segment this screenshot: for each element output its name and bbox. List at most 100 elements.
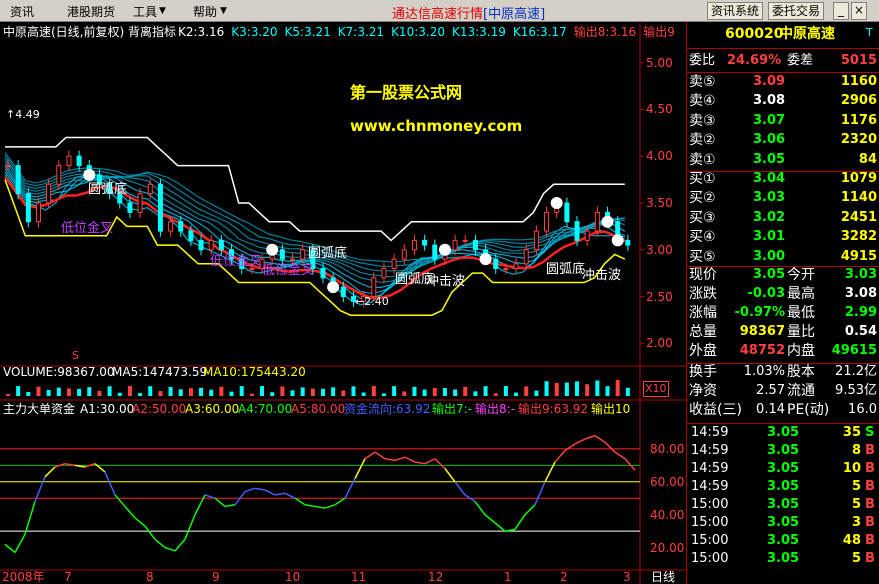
weibi-label: 委比 <box>689 53 716 68</box>
tick-side: B <box>865 551 875 566</box>
volume-bar <box>229 391 234 396</box>
sell-volume: 2320 <box>840 132 877 148</box>
k-value-item: K2:3.16 <box>178 25 225 39</box>
tick-time: 15:00 <box>691 533 729 548</box>
stat-label: 内盘 <box>787 343 815 359</box>
indicator-tick-label: 20.00 <box>650 540 685 555</box>
candle <box>300 249 306 260</box>
quote-panel: 600020 中原高速 T 委比 24.69% 委差 5015 卖⑤ 3.09 11… <box>686 22 879 584</box>
tick-price: 3.05 <box>767 461 800 476</box>
close-icon[interactable]: × <box>851 2 867 20</box>
volume-ma5: MA5:147473.59 <box>112 365 208 379</box>
candle <box>422 239 428 246</box>
buy-volume: 1079 <box>840 171 877 186</box>
sell-volume: 1160 <box>840 74 877 89</box>
minimize-icon[interactable]: _ <box>833 2 849 20</box>
volume-bar <box>605 386 610 396</box>
date-month: 2 <box>560 570 568 584</box>
menu-item-tools[interactable]: 工具 <box>133 3 157 20</box>
stat-value: 21.2亿 <box>835 364 877 379</box>
volume-bar <box>260 386 265 396</box>
tick-volume: 5 <box>851 479 861 494</box>
volume-bar <box>422 389 427 396</box>
tick-side: B <box>865 497 875 512</box>
tick-time: 15:00 <box>691 515 729 530</box>
weicha-value: 5015 <box>840 53 877 68</box>
tick-volume: 5 <box>851 497 861 512</box>
volume-bar <box>6 394 10 396</box>
ind-a1: A1:30.00 <box>80 402 135 416</box>
jincha-label: 低位金叉 <box>210 254 263 269</box>
volume-bar <box>524 386 529 396</box>
k-value-item: K3:3.20 <box>231 25 278 39</box>
buy-price: 3.04 <box>753 171 786 186</box>
volume-bar <box>107 386 112 396</box>
volume-ma10: MA10:175443.20 <box>203 365 306 379</box>
volume-bar <box>321 388 325 396</box>
stat-value: 2.57 <box>756 383 785 398</box>
stat-label: 收益(三) <box>689 402 742 418</box>
indicator-tick-label: 40.00 <box>650 507 685 522</box>
menu-item-help[interactable]: 帮助 <box>193 3 217 20</box>
signal-dot <box>601 215 614 228</box>
stat-label: 股本 <box>787 364 815 380</box>
menu-item-zixun[interactable]: 资讯 <box>10 3 34 20</box>
volume-bar <box>381 393 386 396</box>
trade-button[interactable]: 委托交易 <box>768 2 825 20</box>
tick-volume: 35 <box>842 425 861 440</box>
stat-label: 净资 <box>689 383 717 399</box>
indicator-tick-label: 60.00 <box>650 474 685 489</box>
ind-a2: A2:50.00 <box>132 402 187 416</box>
stat-value: 3.08 <box>844 286 877 301</box>
stat-label: 涨幅 <box>689 305 717 321</box>
k-values: K2:3.16 K3:3.20 K5:3.21 K7:3.21 K10:3.20 K13:… <box>178 25 682 39</box>
ind-out7: 输出7:- <box>432 402 473 416</box>
date-month: 1 <box>504 570 512 584</box>
stat-label: 量比 <box>787 324 815 340</box>
sell-volume: 2906 <box>840 93 877 109</box>
watermark-title: 第一股票公式网 <box>350 83 463 102</box>
weicha-label: 委差 <box>787 53 814 68</box>
volume-bar <box>625 387 630 396</box>
sell-label: 卖② <box>689 132 716 149</box>
price-tick-label: 3.50 <box>646 196 673 210</box>
weibi-value: 24.69% <box>727 53 782 68</box>
volume-bar <box>442 388 447 396</box>
buy-price: 3.00 <box>753 248 786 264</box>
candle <box>544 211 550 232</box>
info-system-button[interactable]: 资讯系统 <box>707 2 764 20</box>
tick-side: S <box>865 425 875 440</box>
app-title: 通达信高速行情[中原高速] <box>392 7 546 22</box>
signal-dot <box>83 168 96 181</box>
volume-bar <box>148 386 153 396</box>
indicator-title: 主力大单资金 <box>3 402 76 416</box>
volume-bar <box>564 382 569 396</box>
k-value-item: K5:3.21 <box>284 25 331 39</box>
candle <box>523 249 529 265</box>
chongjibo-label: 冲击波 <box>582 268 622 283</box>
yuanhudi-label: 圆弧底 <box>88 182 128 197</box>
signal-dot <box>327 281 340 294</box>
chart-title: 中原高速(日线,前复权) 背离指标 <box>3 25 176 39</box>
signal-dot <box>611 234 624 247</box>
k-value-item: K7:3.21 <box>337 25 385 39</box>
volume-bar <box>554 382 559 396</box>
volume-bar <box>432 387 437 396</box>
ind-a4: A4:70.00 <box>238 402 293 416</box>
stat-value: 3.05 <box>752 267 785 282</box>
price-tick-label: 4.00 <box>646 149 673 164</box>
kline-chart[interactable] <box>0 22 686 584</box>
volume-bar <box>371 386 376 396</box>
stat-value: 49615 <box>831 343 877 358</box>
tick-price: 3.05 <box>767 533 800 548</box>
candle <box>472 239 478 251</box>
tick-price: 3.05 <box>767 551 800 566</box>
stat-label: 流通 <box>787 383 815 399</box>
menu-item-ganggu[interactable]: 港股期货 <box>67 3 115 20</box>
sell-price: 3.09 <box>753 74 786 89</box>
volume-bar <box>585 384 590 396</box>
tick-volume: 5 <box>851 551 861 566</box>
volume-bar <box>127 386 132 396</box>
candle <box>56 165 62 185</box>
volume-bar <box>56 387 61 396</box>
